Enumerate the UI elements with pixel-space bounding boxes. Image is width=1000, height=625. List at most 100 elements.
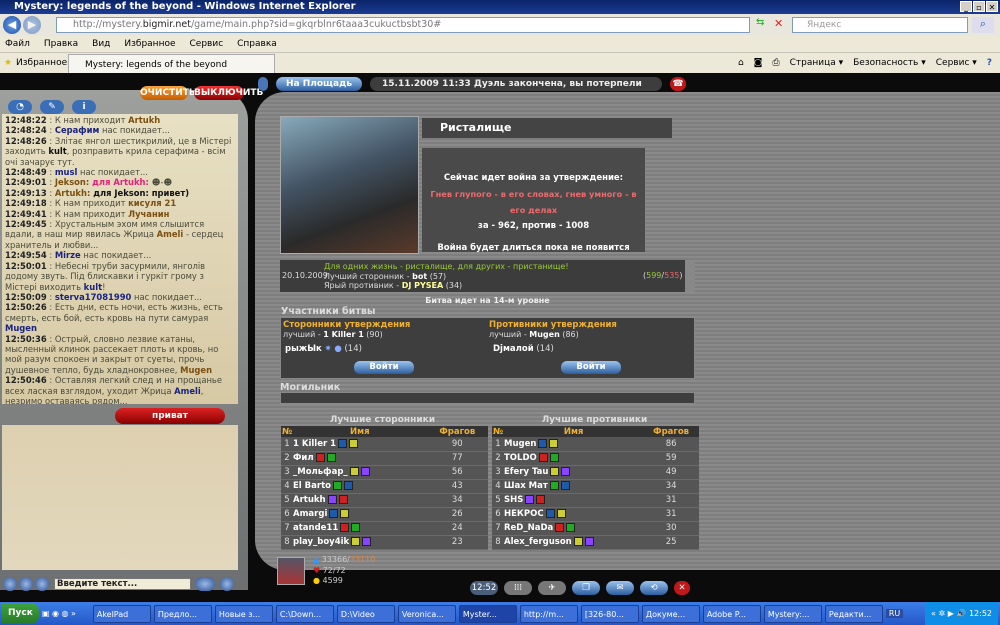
taskbar-item[interactable]: D:\Video (336, 604, 395, 623)
home-icon[interactable]: ⌂ (738, 53, 744, 73)
chat-nick[interactable]: Ameli (157, 229, 184, 239)
chat-smiles-button[interactable]: ✎ (40, 100, 64, 114)
refresh-icon[interactable]: ⇆ (756, 17, 770, 33)
menu-edit[interactable]: Правка (44, 36, 78, 52)
smile-icon[interactable] (220, 577, 234, 591)
chat-info-button[interactable]: i (72, 100, 96, 114)
player-name[interactable]: Artukh (293, 493, 427, 508)
phone-icon[interactable]: ☎ (670, 77, 686, 91)
private-button[interactable]: приват (115, 408, 225, 424)
back-button[interactable]: ◀ (3, 16, 21, 34)
chat-nick[interactable]: musl (55, 167, 78, 177)
chat-settings-button[interactable]: ◔ (8, 100, 32, 114)
chat-nick[interactable]: для Jekson: привет) (93, 188, 189, 198)
chat-nick[interactable]: Mirze (55, 250, 81, 260)
security-menu[interactable]: Безопасность ▾ (853, 53, 926, 73)
player-name[interactable]: НЕКРОС (504, 507, 644, 522)
clear-chat-button[interactable]: ОЧИСТИТЬ (140, 86, 196, 100)
menu-help[interactable]: Справка (237, 36, 277, 52)
search-input[interactable]: Яндекс (792, 17, 968, 33)
player-name[interactable]: Mugen (504, 437, 644, 452)
chat-nick[interactable]: Лучанин (128, 209, 169, 219)
chat-nick[interactable]: kult (84, 282, 102, 292)
stop-icon[interactable]: ✕ (774, 17, 788, 33)
player-name[interactable]: atande11 (293, 521, 427, 536)
minimize-button[interactable]: _ (960, 1, 972, 12)
turn-off-chat-button[interactable]: ВЫКЛЮЧИТЬ (194, 86, 263, 100)
player-name[interactable]: Efery Tau (504, 465, 644, 480)
player-name[interactable]: 1 Killer 1 (293, 437, 427, 452)
taskbar-item[interactable]: Adobe P... (702, 604, 761, 623)
taskbar-item[interactable]: [326-80... (580, 604, 639, 623)
menu-tools[interactable]: Сервис (190, 36, 224, 52)
player-name[interactable]: Alex_ferguson (504, 535, 644, 550)
taskbar-item[interactable]: http://m... (519, 604, 578, 623)
player-name[interactable]: _Мольфар_ (293, 465, 427, 480)
join-side-b-button[interactable]: Войти (561, 361, 621, 374)
help-icon[interactable]: ? (987, 53, 992, 73)
menu-favorites[interactable]: Избранное (124, 36, 175, 52)
taskbar-item[interactable]: Редакти... (824, 604, 883, 623)
start-button[interactable]: Пуск (2, 603, 39, 624)
chat-nick[interactable]: Artukh (128, 115, 160, 125)
player-name[interactable]: Amargi (293, 507, 427, 522)
favorites-button[interactable]: Избранное (16, 53, 67, 73)
refresh-game-icon[interactable]: ⟲ (640, 581, 668, 595)
join-side-a-button[interactable]: Войти (354, 361, 414, 374)
ignore-icon[interactable] (35, 577, 49, 591)
map-icon[interactable]: ✈ (538, 581, 566, 595)
chat-nick[interactable]: Mugen (5, 323, 37, 333)
player-name[interactable]: play_boy4ik (293, 535, 427, 550)
player-name[interactable]: Шах Мат (504, 479, 644, 494)
side-b-member[interactable]: Djмалой (14) (493, 344, 554, 354)
chat-nick[interactable]: для Artukh: (92, 177, 152, 187)
menu-icon[interactable]: ⁞⁞⁞ (504, 581, 532, 595)
chat-nick[interactable]: Mugen (180, 365, 212, 375)
player-name[interactable]: TOLDO (504, 451, 644, 466)
page-menu[interactable]: Страница ▾ (790, 53, 844, 73)
chat-nick[interactable]: кисуля 21 (128, 198, 176, 208)
player-name[interactable]: ReD_NaDa (504, 521, 644, 536)
exit-icon[interactable]: ✕ (674, 581, 690, 595)
book-icon[interactable]: ❐ (572, 581, 600, 595)
news-scrollbar[interactable] (685, 260, 695, 292)
toggle-panel-icon[interactable] (258, 77, 268, 91)
chat-nick[interactable]: Серафим (55, 125, 100, 135)
chat-input[interactable]: Введите текст... (54, 578, 191, 590)
language-indicator[interactable]: RU (885, 609, 904, 618)
quicklaunch-icons[interactable]: ▣ ◉ ◍ » (42, 609, 90, 618)
taskbar-item[interactable]: Докуме... (641, 604, 700, 623)
rss-icon[interactable]: ◙ (754, 53, 763, 73)
menu-file[interactable]: Файл (5, 36, 30, 52)
forward-button[interactable]: ▶ (23, 16, 41, 34)
search-icon[interactable]: ⌕ (972, 17, 994, 33)
send-icon[interactable] (195, 577, 215, 591)
maximize-button[interactable]: ▫ (973, 1, 985, 12)
player-name[interactable]: SHS (504, 493, 644, 508)
player-name[interactable]: El Barto (293, 479, 427, 494)
taskbar-item[interactable]: Myster... (458, 604, 517, 623)
player-avatar[interactable] (277, 557, 305, 585)
taskbar-item[interactable]: Предло... (153, 604, 212, 623)
print-icon[interactable]: ⎙ (772, 53, 779, 73)
taskbar-item[interactable]: Новые з... (214, 604, 273, 623)
taskbar-item[interactable]: AkelPad (92, 604, 151, 623)
side-a-member[interactable]: рыжЫк ✷ ● (14) (285, 344, 362, 354)
chat-log[interactable]: 12:48:22 : К нам приходит Artukh 12:48:24… (2, 114, 238, 404)
menu-view[interactable]: Вид (92, 36, 110, 52)
chat-nick[interactable]: Artukh: (55, 188, 93, 198)
chat-nick[interactable]: kult (48, 146, 66, 156)
url-input[interactable]: http://mystery.bigmir.net/game/main.php?… (56, 17, 750, 33)
chat-nick[interactable]: sterva17081990 (55, 292, 132, 302)
to-square-button[interactable]: На Площадь (276, 77, 362, 91)
player-name[interactable]: Фил (293, 451, 427, 466)
mail-icon[interactable]: ✉ (606, 581, 634, 595)
chat-nick[interactable]: Ameli (174, 386, 201, 396)
taskbar-item[interactable]: Mystery:... (763, 604, 822, 623)
close-button[interactable]: ✕ (986, 1, 998, 12)
tools-menu[interactable]: Сервис ▾ (936, 53, 977, 73)
taskbar-item[interactable]: C:\Down... (275, 604, 334, 623)
browser-tab[interactable]: Mystery: legends of the beyond (68, 54, 275, 74)
taskbar-item[interactable]: Veronica... (397, 604, 456, 623)
chat-nick[interactable]: Jekson: (55, 177, 92, 187)
